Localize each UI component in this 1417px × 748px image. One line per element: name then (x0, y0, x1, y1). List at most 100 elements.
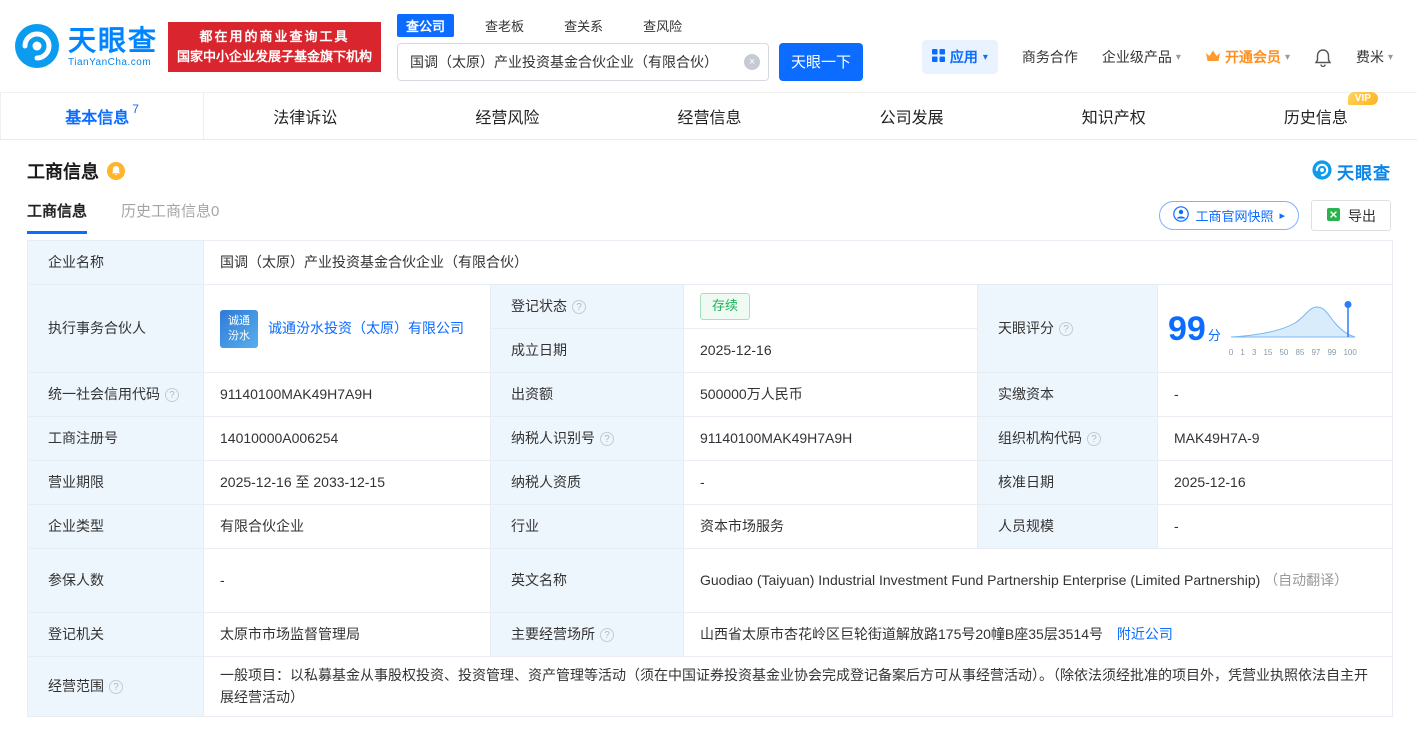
partner-logo: 诚通 汾水 (220, 309, 258, 348)
promo-banner: 都在用的商业查询工具 国家中小企业发展子基金旗下机构 (168, 21, 382, 73)
english-name-value: Guodiao (Taiyuan) Industrial Investment … (682, 548, 1394, 613)
score-number: 99 (1168, 310, 1206, 349)
paid-capital-label: 实缴资本 (977, 372, 1158, 417)
tab-label: 经营风险 (475, 110, 540, 127)
partner-company-link[interactable]: 诚通汾水投资（太原）有限公司 (268, 318, 464, 340)
tyc-score-value: 99 分 0 1 3 15 50 85 97 99 100 (1156, 284, 1394, 373)
tab-business-risk[interactable]: 经营风险 (406, 93, 608, 139)
search-button[interactable]: 天眼一下 (779, 42, 864, 81)
open-vip-label: 开通会员 (1224, 49, 1281, 65)
nav-user-menu[interactable]: 费米 ▾ (1356, 47, 1393, 67)
nav-open-vip[interactable]: 开通会员 ▾ (1205, 47, 1290, 67)
search-tabs: 查公司 查老板 查关系 查风险 (397, 13, 863, 37)
nearby-companies-link[interactable]: 附近公司 (1117, 626, 1173, 642)
tianyancha-logo-icon (1312, 159, 1332, 183)
subtab-row: 工商信息 历史工商信息0 工商官网快照 ▸ 导出 (0, 184, 1417, 234)
tab-history-info[interactable]: 历史信息 VIP (1215, 92, 1417, 139)
search-tab-relation[interactable]: 查关系 (555, 14, 612, 37)
establish-date-label: 成立日期 (490, 328, 684, 373)
tab-business-info[interactable]: 经营信息 (608, 93, 810, 139)
table-row: 统一社会信用代码? 91140100MAK49H7A9H 出资额 500000万… (27, 372, 1394, 417)
header: 天眼查 TianYanCha.com 都在用的商业查询工具 国家中小企业发展子基… (0, 0, 1417, 92)
tab-basic-info[interactable]: 基本信息 7 (0, 93, 205, 139)
business-address-label: 主要经营场所? (490, 612, 684, 657)
search-tab-risk[interactable]: 查风险 (634, 14, 691, 37)
search-tab-company[interactable]: 查公司 (397, 13, 455, 37)
section-brand-logo: 天眼查 (1312, 159, 1391, 184)
reg-number-label: 工商注册号 (27, 416, 204, 461)
vip-badge: VIP (1347, 92, 1378, 105)
subscribe-bell-icon[interactable] (107, 162, 125, 180)
help-icon[interactable]: ? (1087, 431, 1101, 446)
org-code-label: 组织机构代码? (977, 416, 1158, 461)
company-name-label: 企业名称 (27, 240, 204, 285)
business-term-value: 2025-12-16 至 2033-12-15 (203, 460, 491, 505)
subtab-business-info[interactable]: 工商信息 (27, 200, 88, 234)
apps-menu[interactable]: 应用 ▾ (921, 40, 998, 74)
help-icon[interactable]: ? (1059, 321, 1073, 336)
help-icon[interactable]: ? (600, 627, 614, 642)
search-input[interactable] (397, 42, 770, 81)
tab-company-development[interactable]: 公司发展 (811, 93, 1013, 139)
main-tabs: 基本信息 7 法律诉讼 经营风险 经营信息 公司发展 知识产权 历史信息 VIP (0, 92, 1417, 140)
brand-name: 天眼查 (68, 25, 159, 57)
section-header: 工商信息 天眼查 (0, 140, 1417, 184)
approval-date-value: 2025-12-16 (1156, 460, 1394, 505)
company-name-value: 国调（太原）产业投资基金合伙企业（有限合伙） (202, 240, 1394, 285)
establish-date-value: 2025-12-16 (683, 328, 978, 373)
export-label: 导出 (1348, 207, 1376, 224)
business-term-label: 营业期限 (27, 460, 204, 505)
table-row: 执行事务合伙人 诚通 汾水 诚通汾水投资（太原）有限公司 登记状态? 存续 天眼… (27, 284, 1394, 373)
tianyancha-logo[interactable]: 天眼查 TianYanCha.com (14, 23, 158, 72)
paid-capital-value: - (1156, 372, 1394, 417)
help-icon[interactable]: ? (572, 299, 586, 314)
reg-status-label: 登记状态? (490, 284, 684, 329)
chevron-down-icon: ▾ (1175, 51, 1181, 63)
table-row: 参保人数 - 英文名称 Guodiao (Taiyuan) Industrial… (27, 548, 1394, 613)
tyc-score[interactable]: 99 分 0 1 3 15 50 85 97 99 100 (1168, 299, 1384, 359)
brand-domain: TianYanCha.com (68, 56, 152, 68)
approval-date-label: 核准日期 (977, 460, 1158, 505)
insured-count-label: 参保人数 (27, 548, 204, 613)
status-badge: 存续 (700, 293, 751, 320)
business-address-value: 山西省太原市杏花岭区巨轮街道解放路175号20幢B座35层3514号 附近公司 (682, 612, 1394, 657)
nav-cooperation[interactable]: 商务合作 (1022, 47, 1078, 67)
tab-legal-proceedings[interactable]: 法律诉讼 (204, 93, 406, 139)
chevron-down-icon: ▾ (1284, 51, 1290, 63)
taxpayer-quality-label: 纳税人资质 (490, 460, 684, 505)
search-area: 查公司 查老板 查关系 查风险 × 天眼一下 (397, 13, 864, 81)
subtab-history-business-info[interactable]: 历史工商信息0 (121, 200, 219, 231)
official-snapshot-button[interactable]: 工商官网快照 ▸ (1159, 201, 1299, 230)
table-row: 登记机关 太原市市场监督管理局 主要经营场所? 山西省太原市杏花岭区巨轮街道解放… (27, 612, 1394, 657)
clear-icon[interactable]: × (744, 53, 761, 70)
tab-intellectual-property[interactable]: 知识产权 (1013, 93, 1215, 139)
search-tab-boss[interactable]: 查老板 (476, 14, 533, 37)
help-icon[interactable]: ? (109, 679, 123, 694)
credit-code-value: 91140100MAK49H7A9H (203, 372, 491, 417)
reg-number-value: 14010000A006254 (203, 416, 491, 461)
chevron-down-icon: ▾ (1387, 51, 1393, 63)
tianyancha-logo-icon (14, 23, 60, 72)
apps-label: 应用 (949, 49, 978, 65)
help-icon[interactable]: ? (600, 431, 614, 446)
arrow-right-icon: ▸ (1279, 210, 1285, 222)
nav-enterprise-products[interactable]: 企业级产品 ▾ (1102, 47, 1181, 67)
username: 费米 (1355, 49, 1384, 65)
tab-label: 基本信息 (65, 110, 130, 127)
score-unit: 分 (1207, 328, 1221, 344)
tab-label: 经营信息 (677, 110, 742, 127)
table-row: 企业名称 国调（太原）产业投资基金合伙企业（有限合伙） (27, 240, 1394, 285)
credit-code-label: 统一社会信用代码? (27, 372, 204, 417)
reg-authority-value: 太原市市场监督管理局 (203, 612, 491, 657)
notification-bell-icon[interactable] (1314, 48, 1332, 67)
tab-count-badge: 7 (132, 102, 139, 116)
capital-label: 出资额 (490, 372, 684, 417)
taxpayer-id-value: 91140100MAK49H7A9H (683, 416, 978, 461)
export-button[interactable]: 导出 (1311, 200, 1391, 231)
tab-label: 历史信息 (1283, 110, 1348, 127)
staff-size-value: - (1156, 504, 1394, 549)
insured-count-value: - (203, 548, 491, 613)
capital-value: 500000万人民币 (683, 372, 978, 417)
help-icon[interactable]: ? (165, 387, 179, 402)
executive-partner-value: 诚通 汾水 诚通汾水投资（太原）有限公司 (203, 284, 491, 373)
